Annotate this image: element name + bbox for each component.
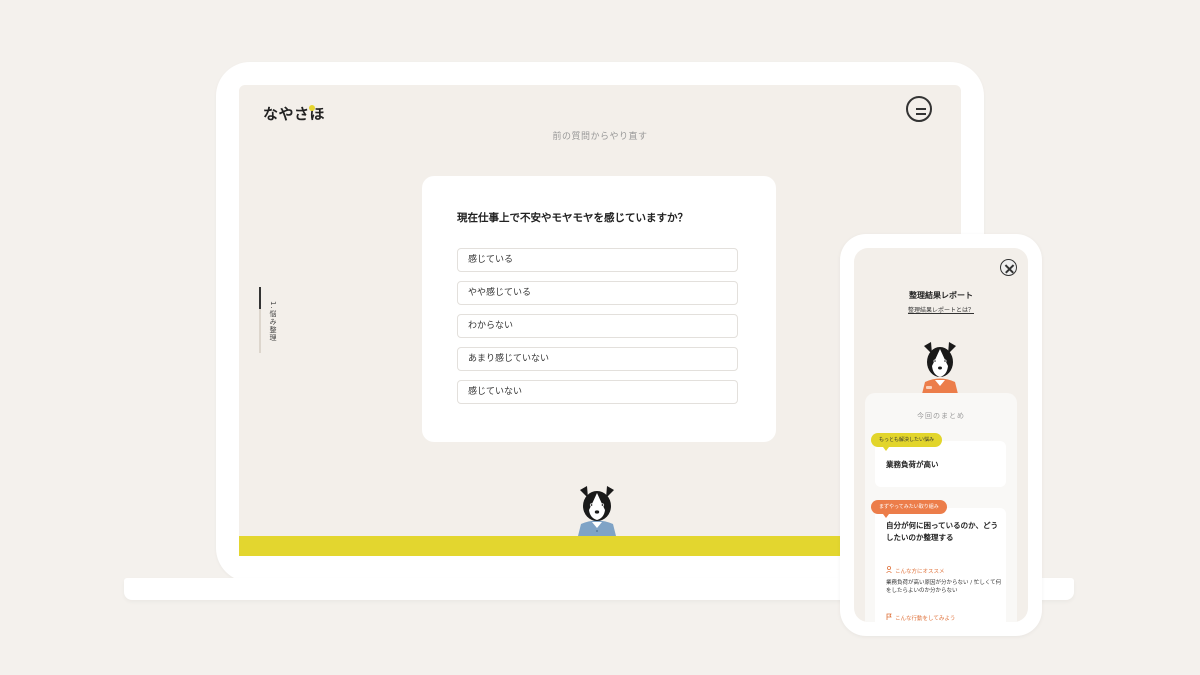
answer-option-1[interactable]: 感じている [457,248,738,272]
logo-dot-icon [309,105,315,111]
worry-title: 業務負荷が高い [886,460,939,469]
redo-previous-link[interactable]: 前の質問からやり直す [239,129,961,142]
report-about-link[interactable]: 整理結果レポートとは？ [854,305,1028,314]
menu-icon-line [916,113,926,115]
summary-heading: 今回のまとめ [917,412,965,420]
close-button[interactable] [1000,259,1017,276]
progress-step-label: 1.悩み整理 [269,301,277,342]
dog-mascot-icon [578,486,616,536]
answer-option-3[interactable]: わからない [457,314,738,338]
person-icon [886,566,892,573]
phone-screen: 整理結果レポート 整理結果レポートとは？ 今回のまとめ 業務負荷が高い もっとも… [854,248,1028,622]
progress-fill [259,287,261,309]
try-label: こんな行動をしてみよう [886,613,955,622]
recommend-label: こんな方にオススメ [886,566,945,575]
answer-option-5[interactable]: 感じていない [457,380,738,404]
question-card: 現在仕事上で不安やモヤモヤを感じていますか？ 感じている やや感じている わから… [422,176,776,442]
summary-card: 今回のまとめ 業務負荷が高い もっとも解決したい悩み 自分が何に困っているのか、… [865,393,1017,622]
worry-tag: もっとも解決したい悩み [871,433,943,451]
menu-icon [916,108,926,110]
report-title: 整理結果レポート [909,291,973,300]
action-tag: まずやってみたい取り組み [871,500,947,518]
try-label-text: こんな行動をしてみよう [895,616,956,622]
flag-icon [886,613,892,620]
progress-indicator: 1.悩み整理 [259,287,279,357]
action-title: 自分が何に困っているのか、どうしたいのか整理する [886,521,998,542]
answer-option-2[interactable]: やや感じている [457,281,738,305]
recommend-label-text: こんな方にオススメ [895,569,945,575]
question-title: 現在仕事上で不安やモヤモヤを感じていますか？ [457,212,688,224]
recommend-text: 業務負荷が高い原因が分からない / 忙しくて何をしたらよいのか分からない [886,580,1002,594]
action-card: 自分が何に困っているのか、どうしたいのか整理する こんな方にオススメ 業務負荷が… [875,508,1006,622]
menu-button[interactable] [906,96,932,122]
answer-option-4[interactable]: あまり感じていない [457,347,738,371]
site-logo[interactable]: なやさほ [263,103,325,124]
worry-card: 業務負荷が高い [875,441,1006,487]
dog-mascot-icon [922,342,958,394]
